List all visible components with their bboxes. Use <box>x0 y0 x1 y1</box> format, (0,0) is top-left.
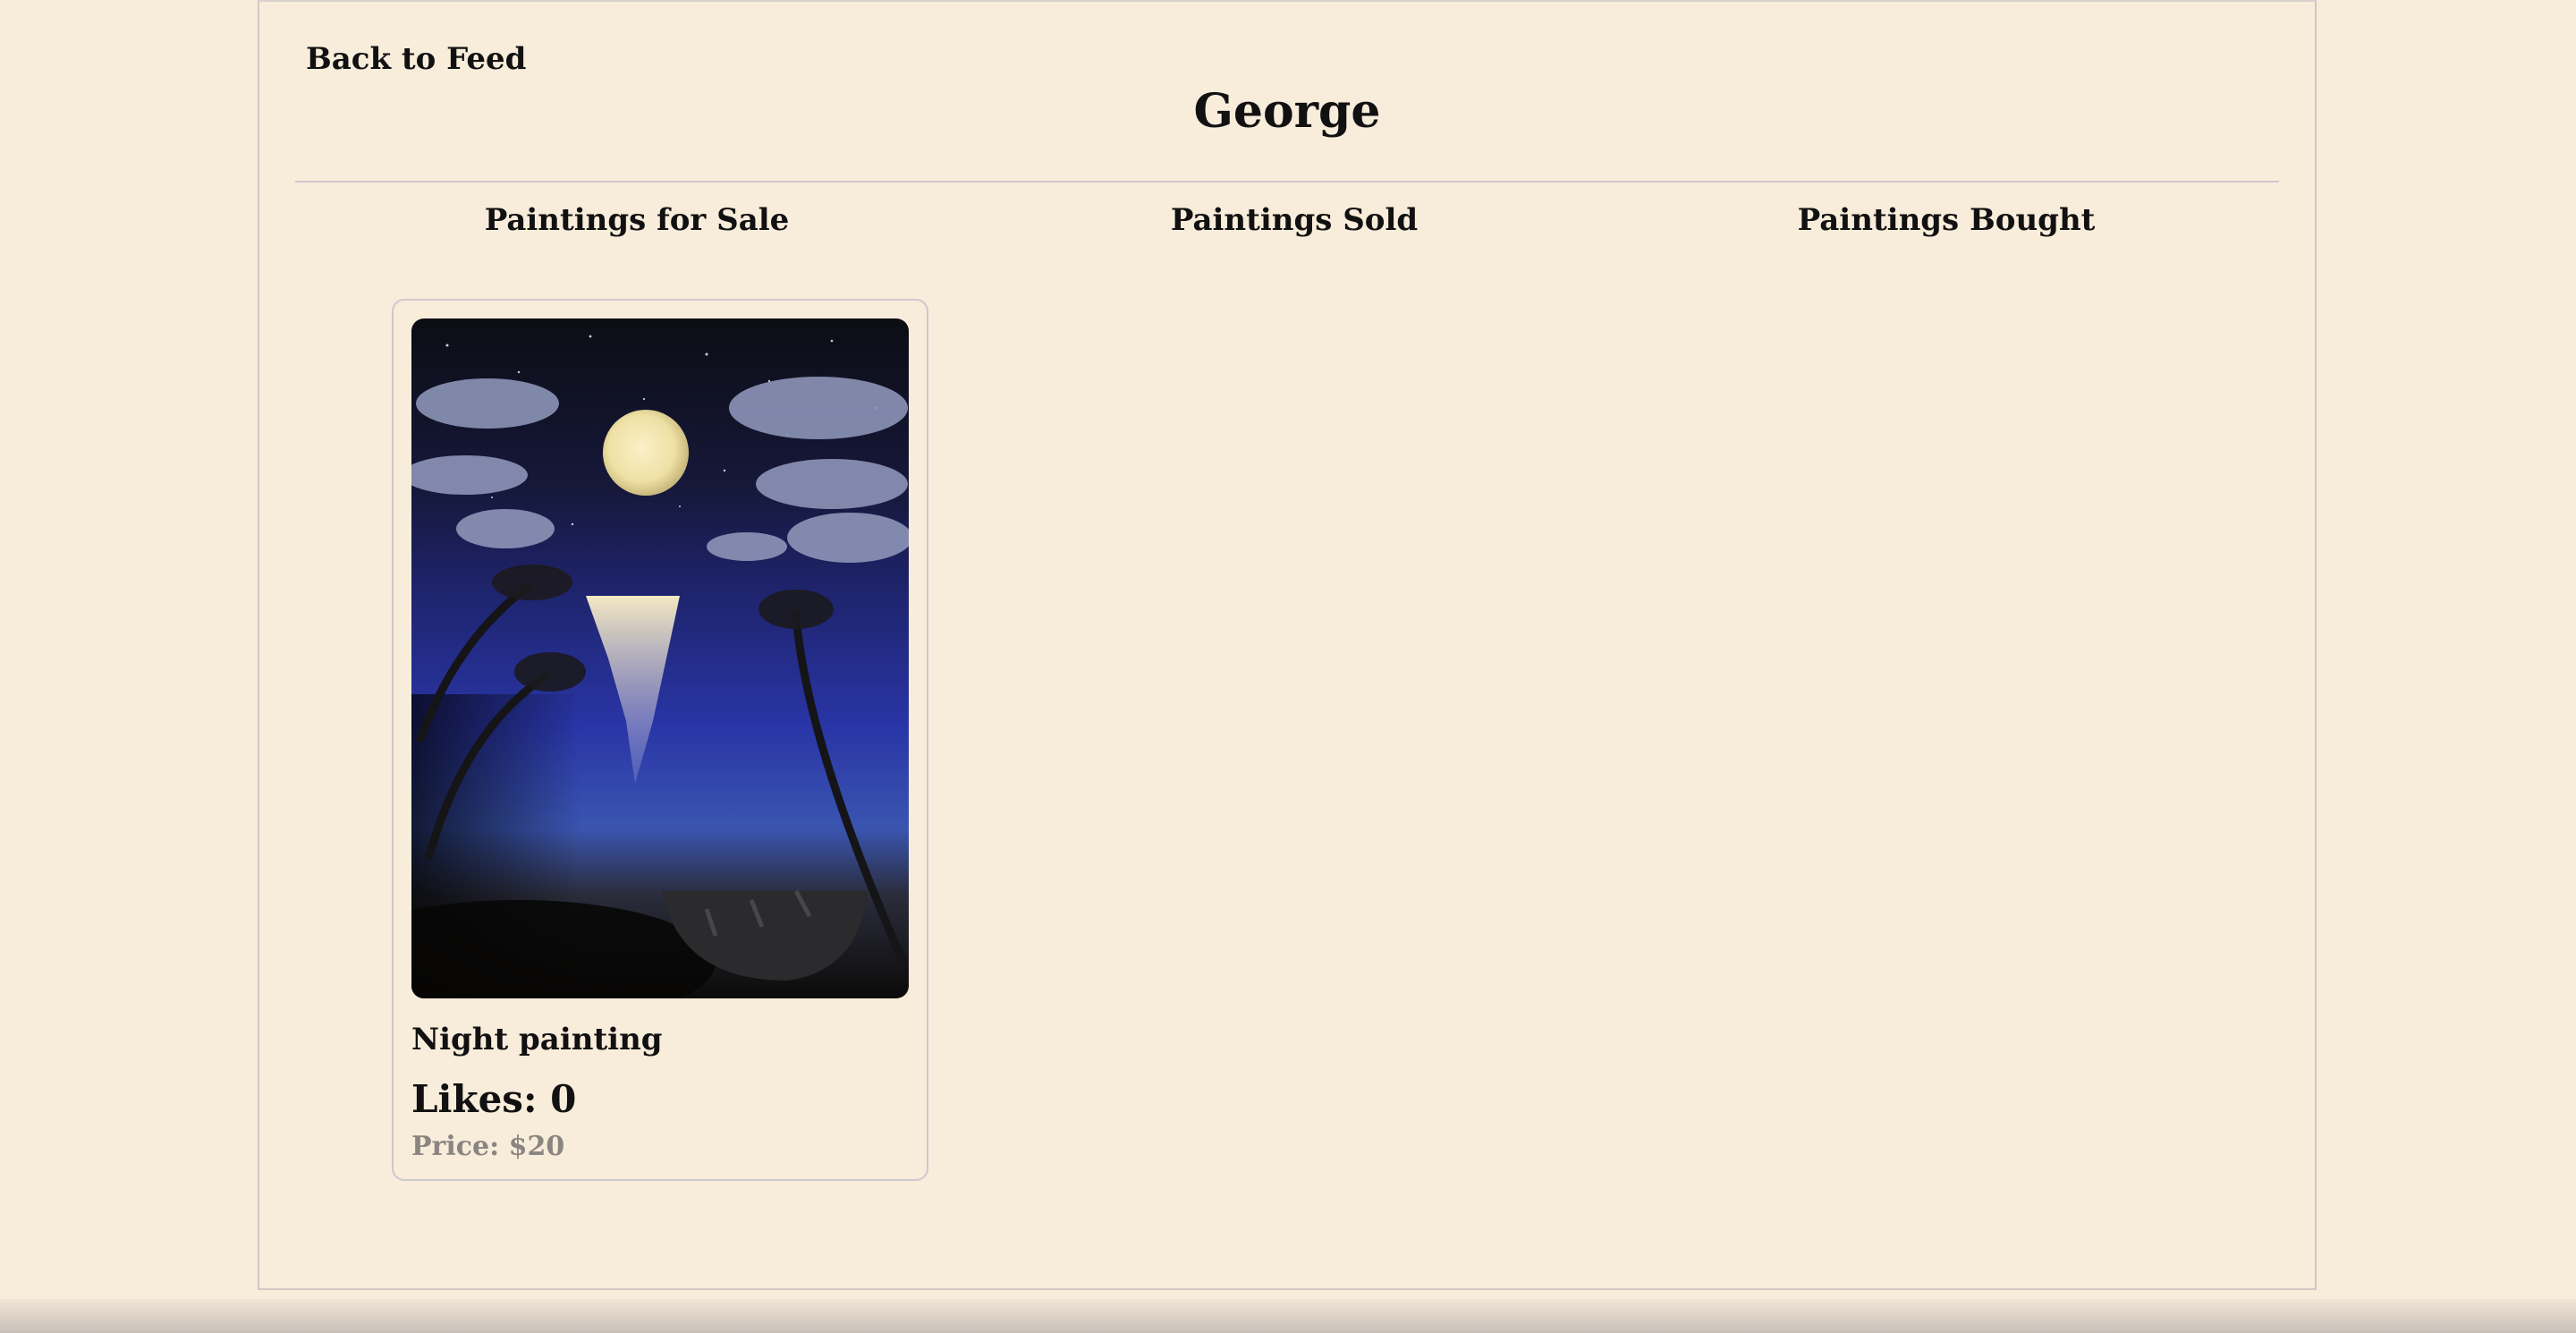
painting-likes: Likes: 0 <box>411 1077 577 1121</box>
painting-price: Price: $20 <box>411 1131 565 1162</box>
painting-tabs: Paintings for Sale Paintings Sold Painti… <box>259 202 2315 247</box>
back-to-feed-link[interactable]: Back to Feed <box>306 41 526 77</box>
tab-paintings-bought[interactable]: Paintings Bought <box>1798 202 2096 238</box>
painting-image[interactable] <box>411 318 909 998</box>
header-divider <box>295 181 2279 183</box>
window-bottom-edge <box>0 1299 2576 1333</box>
profile-name: George <box>1193 84 1381 139</box>
painting-title: Night painting <box>411 1022 663 1057</box>
profile-page: Back to Feed George Paintings for Sale P… <box>258 0 2317 1290</box>
tab-paintings-sold[interactable]: Paintings Sold <box>1171 202 1418 238</box>
tab-paintings-for-sale[interactable]: Paintings for Sale <box>485 202 790 238</box>
painting-card[interactable]: Night painting Likes: 0 Price: $20 <box>392 299 928 1181</box>
